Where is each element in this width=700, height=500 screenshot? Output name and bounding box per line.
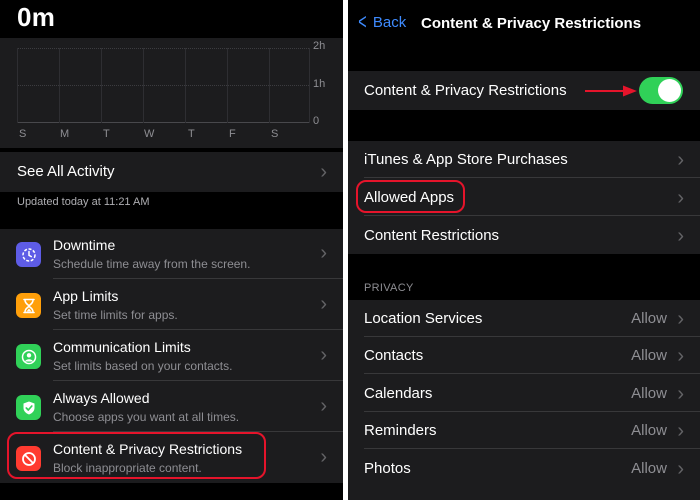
grid-col <box>227 48 228 123</box>
toggle-knob <box>658 79 681 102</box>
day-label: F <box>229 128 236 140</box>
y-axis-label-2h: 2h <box>313 40 326 52</box>
itunes-app-store-row[interactable]: iTunes & App Store Purchases › <box>348 141 700 178</box>
day-label: S <box>271 128 279 140</box>
separator <box>53 278 343 279</box>
chevron-right-icon: › <box>320 242 327 264</box>
grid-col <box>309 48 310 123</box>
chevron-right-icon: › <box>320 161 327 183</box>
row-label: Reminders <box>364 422 437 439</box>
content-restrictions-row[interactable]: Content Restrictions › <box>348 217 700 254</box>
checkmark-shield-icon <box>16 395 41 420</box>
updated-timestamp: Updated today at 11:21 AM <box>17 196 150 208</box>
navigation-bar: < Back Content & Privacy Restrictions <box>348 0 700 47</box>
chevron-right-icon: › <box>677 458 684 480</box>
row-value: Allow <box>631 422 667 439</box>
privacy-section-header: PRIVACY <box>364 282 414 294</box>
grid-line-1h <box>17 85 309 86</box>
highlight-allowed-apps <box>356 180 465 213</box>
grid-col <box>185 48 186 123</box>
toggle-label: Content & Privacy Restrictions <box>364 82 567 99</box>
separator <box>364 215 700 216</box>
back-label: Back <box>372 13 407 31</box>
chevron-right-icon: › <box>320 293 327 315</box>
screen-time-panel: 0m 2h 1h 0 S M T W T F S See All Activit… <box>0 0 343 500</box>
chevron-right-icon: › <box>677 187 684 209</box>
row-label: Photos <box>364 460 411 477</box>
chevron-right-icon: › <box>677 225 684 247</box>
total-screen-time: 0m <box>17 2 56 32</box>
setting-row-always-allowed[interactable]: Always Allowed Choose apps you want at a… <box>0 382 343 432</box>
see-all-activity-label: See All Activity <box>17 163 115 180</box>
page-title: Content & Privacy Restrictions <box>421 15 642 32</box>
setting-title: Communication Limits <box>53 339 191 355</box>
privacy-settings-card: Location Services Allow › Contacts Allow… <box>348 300 700 500</box>
row-value: Allow <box>631 460 667 477</box>
chevron-left-icon: < <box>358 9 367 34</box>
setting-subtitle: Set time limits for apps. <box>53 308 178 322</box>
restrictions-toggle[interactable] <box>639 77 683 104</box>
setting-subtitle: Schedule time away from the screen. <box>53 257 251 271</box>
location-services-row[interactable]: Location Services Allow › <box>348 300 700 337</box>
chevron-right-icon: › <box>320 344 327 366</box>
calendars-row[interactable]: Calendars Allow › <box>348 375 700 412</box>
separator <box>364 448 700 449</box>
row-label: Location Services <box>364 310 483 327</box>
separator <box>53 329 343 330</box>
setting-row-app-limits[interactable]: App Limits Set time limits for apps. › <box>0 280 343 330</box>
grid-line-0 <box>17 122 309 123</box>
chevron-right-icon: › <box>677 149 684 171</box>
contacts-row[interactable]: Contacts Allow › <box>348 337 700 374</box>
grid-line-2h <box>17 48 309 49</box>
setting-subtitle: Choose apps you want at all times. <box>53 410 240 424</box>
setting-title: Downtime <box>53 237 116 253</box>
highlight-content-privacy <box>7 432 266 479</box>
separator <box>53 380 343 381</box>
chevron-right-icon: › <box>677 308 684 330</box>
red-arrow-annotation <box>585 85 637 97</box>
photos-row[interactable]: Photos Allow › <box>348 450 700 487</box>
day-label: T <box>188 128 195 140</box>
row-value: Allow <box>631 310 667 327</box>
chart-plot-area <box>17 48 310 123</box>
separator <box>364 373 700 374</box>
grid-col <box>143 48 144 123</box>
y-axis-label-0: 0 <box>313 115 320 127</box>
chevron-right-icon: › <box>320 446 327 468</box>
day-label: M <box>60 128 70 140</box>
reminders-row[interactable]: Reminders Allow › <box>348 412 700 449</box>
hourglass-icon <box>16 293 41 318</box>
downtime-icon <box>16 242 41 267</box>
row-value: Allow <box>631 347 667 364</box>
setting-title: Always Allowed <box>53 390 150 406</box>
grid-col <box>59 48 60 123</box>
chevron-right-icon: › <box>677 383 684 405</box>
y-axis-label-1h: 1h <box>313 78 326 90</box>
row-value: Allow <box>631 385 667 402</box>
back-button[interactable]: < Back <box>356 9 407 34</box>
grid-col <box>101 48 102 123</box>
setting-row-downtime[interactable]: Downtime Schedule time away from the scr… <box>0 229 343 279</box>
content-privacy-panel: < Back Content & Privacy Restrictions Co… <box>348 0 700 500</box>
day-label: S <box>19 128 27 140</box>
row-label: iTunes & App Store Purchases <box>364 151 568 168</box>
grid-col <box>269 48 270 123</box>
setting-subtitle: Set limits based on your contacts. <box>53 359 233 373</box>
separator <box>364 177 700 178</box>
day-label: W <box>144 128 155 140</box>
person-circle-icon <box>16 344 41 369</box>
chevron-right-icon: › <box>320 395 327 417</box>
grid-col <box>17 48 18 123</box>
row-label: Content Restrictions <box>364 227 500 244</box>
row-label: Contacts <box>364 347 424 364</box>
setting-row-communication-limits[interactable]: Communication Limits Set limits based on… <box>0 331 343 381</box>
chevron-right-icon: › <box>677 420 684 442</box>
chevron-right-icon: › <box>677 345 684 367</box>
row-label: Calendars <box>364 385 433 402</box>
activity-chart[interactable]: 2h 1h 0 S M T W T F S <box>0 38 343 148</box>
day-label: T <box>103 128 110 140</box>
see-all-activity-row[interactable]: See All Activity › <box>0 152 343 192</box>
setting-title: App Limits <box>53 288 119 304</box>
